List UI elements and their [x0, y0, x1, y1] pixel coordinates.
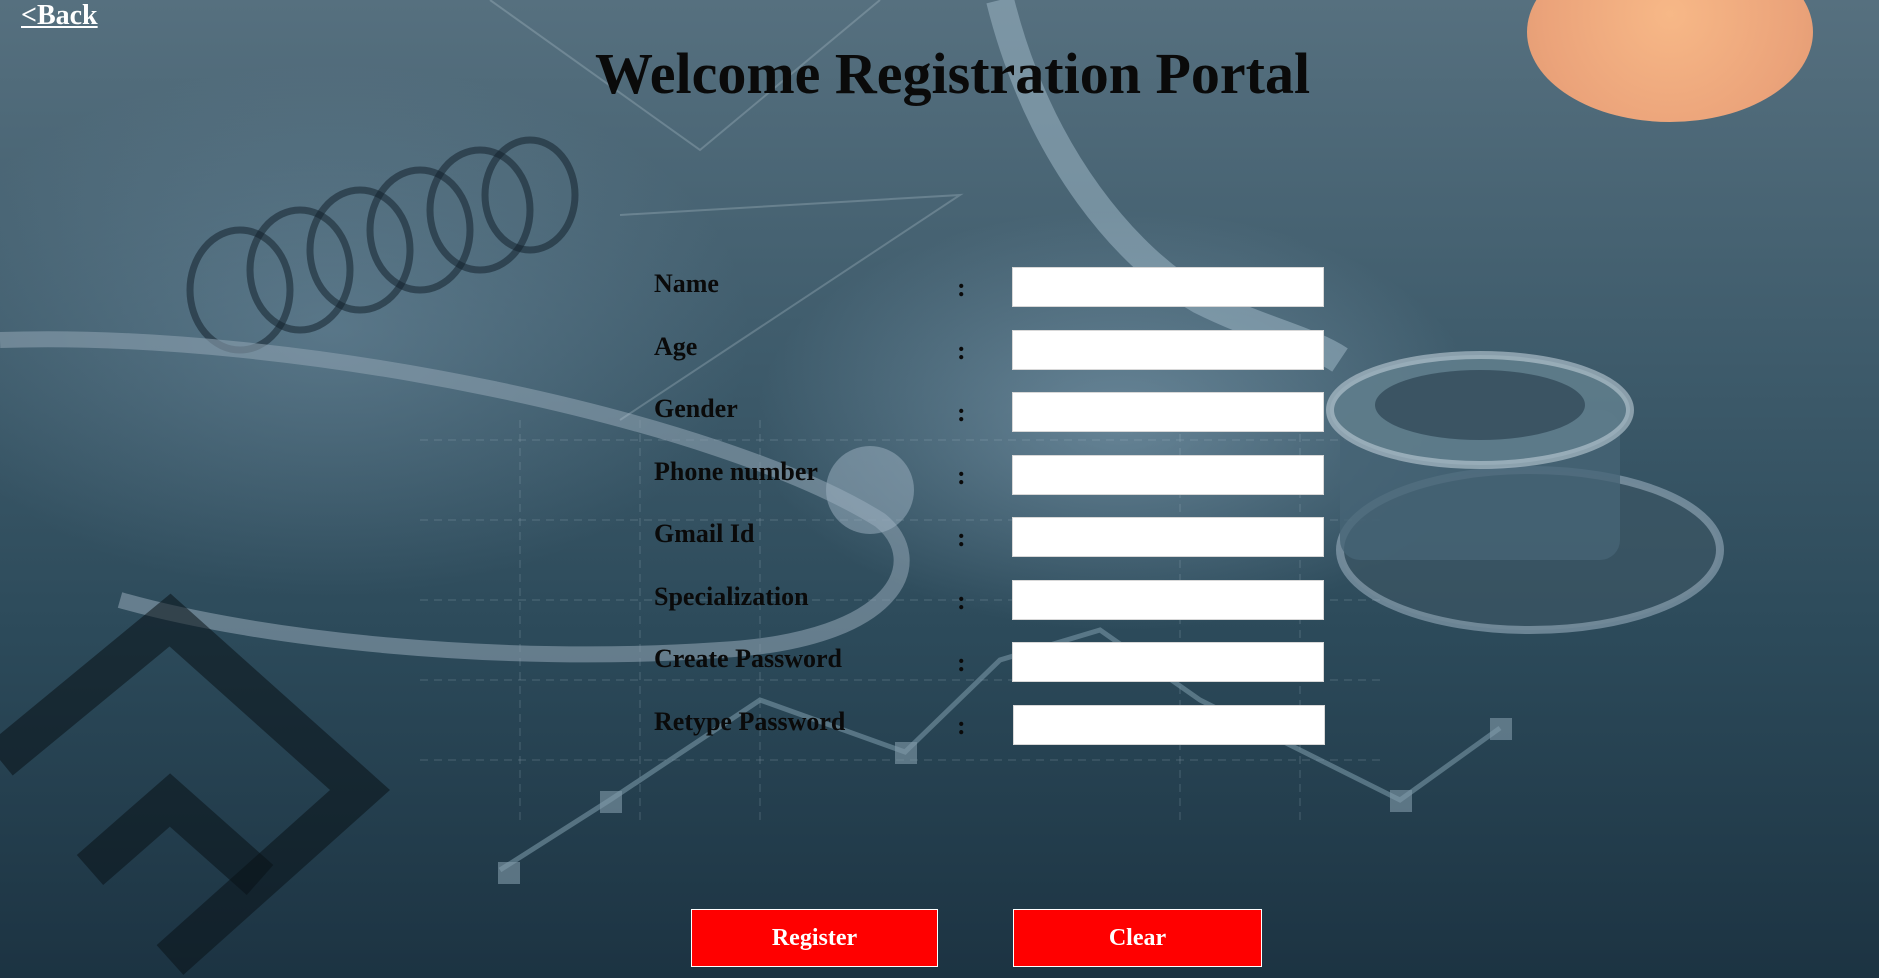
form-row-phone: Phone number :: [654, 455, 1334, 497]
name-separator: :: [957, 273, 966, 302]
age-input[interactable]: [1012, 330, 1324, 370]
create-password-label: Create Password: [654, 644, 842, 673]
create-password-input[interactable]: [1012, 642, 1324, 682]
clear-button[interactable]: Clear: [1013, 909, 1262, 967]
phone-input[interactable]: [1012, 455, 1324, 495]
create-password-separator: :: [957, 648, 966, 677]
gender-label: Gender: [654, 394, 738, 423]
name-input[interactable]: [1012, 267, 1324, 307]
specialization-input[interactable]: [1012, 580, 1324, 620]
form-row-specialization: Specialization :: [654, 580, 1334, 622]
retype-password-label: Retype Password: [654, 707, 846, 736]
register-button[interactable]: Register: [691, 909, 938, 967]
gender-input[interactable]: [1012, 392, 1324, 432]
registration-page: <Back Welcome Registration Portal Name :…: [0, 0, 1879, 978]
specialization-separator: :: [957, 586, 966, 615]
form-row-create-password: Create Password :: [654, 642, 1334, 684]
retype-password-input[interactable]: [1013, 705, 1325, 745]
age-separator: :: [957, 336, 966, 365]
gmail-label: Gmail Id: [654, 519, 755, 548]
form-row-age: Age :: [654, 330, 1334, 372]
phone-separator: :: [957, 461, 966, 490]
page-title: Welcome Registration Portal: [594, 41, 1311, 106]
form-row-gmail: Gmail Id :: [654, 517, 1334, 559]
gmail-separator: :: [957, 523, 966, 552]
form-row-retype-password: Retype Password :: [654, 705, 1334, 747]
form-row-gender: Gender :: [654, 392, 1334, 434]
name-label: Name: [654, 269, 719, 298]
age-label: Age: [654, 332, 698, 361]
phone-label: Phone number: [654, 457, 818, 486]
back-link[interactable]: <Back: [21, 0, 98, 32]
form-row-name: Name :: [654, 267, 1334, 309]
specialization-label: Specialization: [654, 582, 809, 611]
gmail-input[interactable]: [1012, 517, 1324, 557]
gender-separator: :: [957, 398, 966, 427]
retype-password-separator: :: [957, 711, 966, 740]
